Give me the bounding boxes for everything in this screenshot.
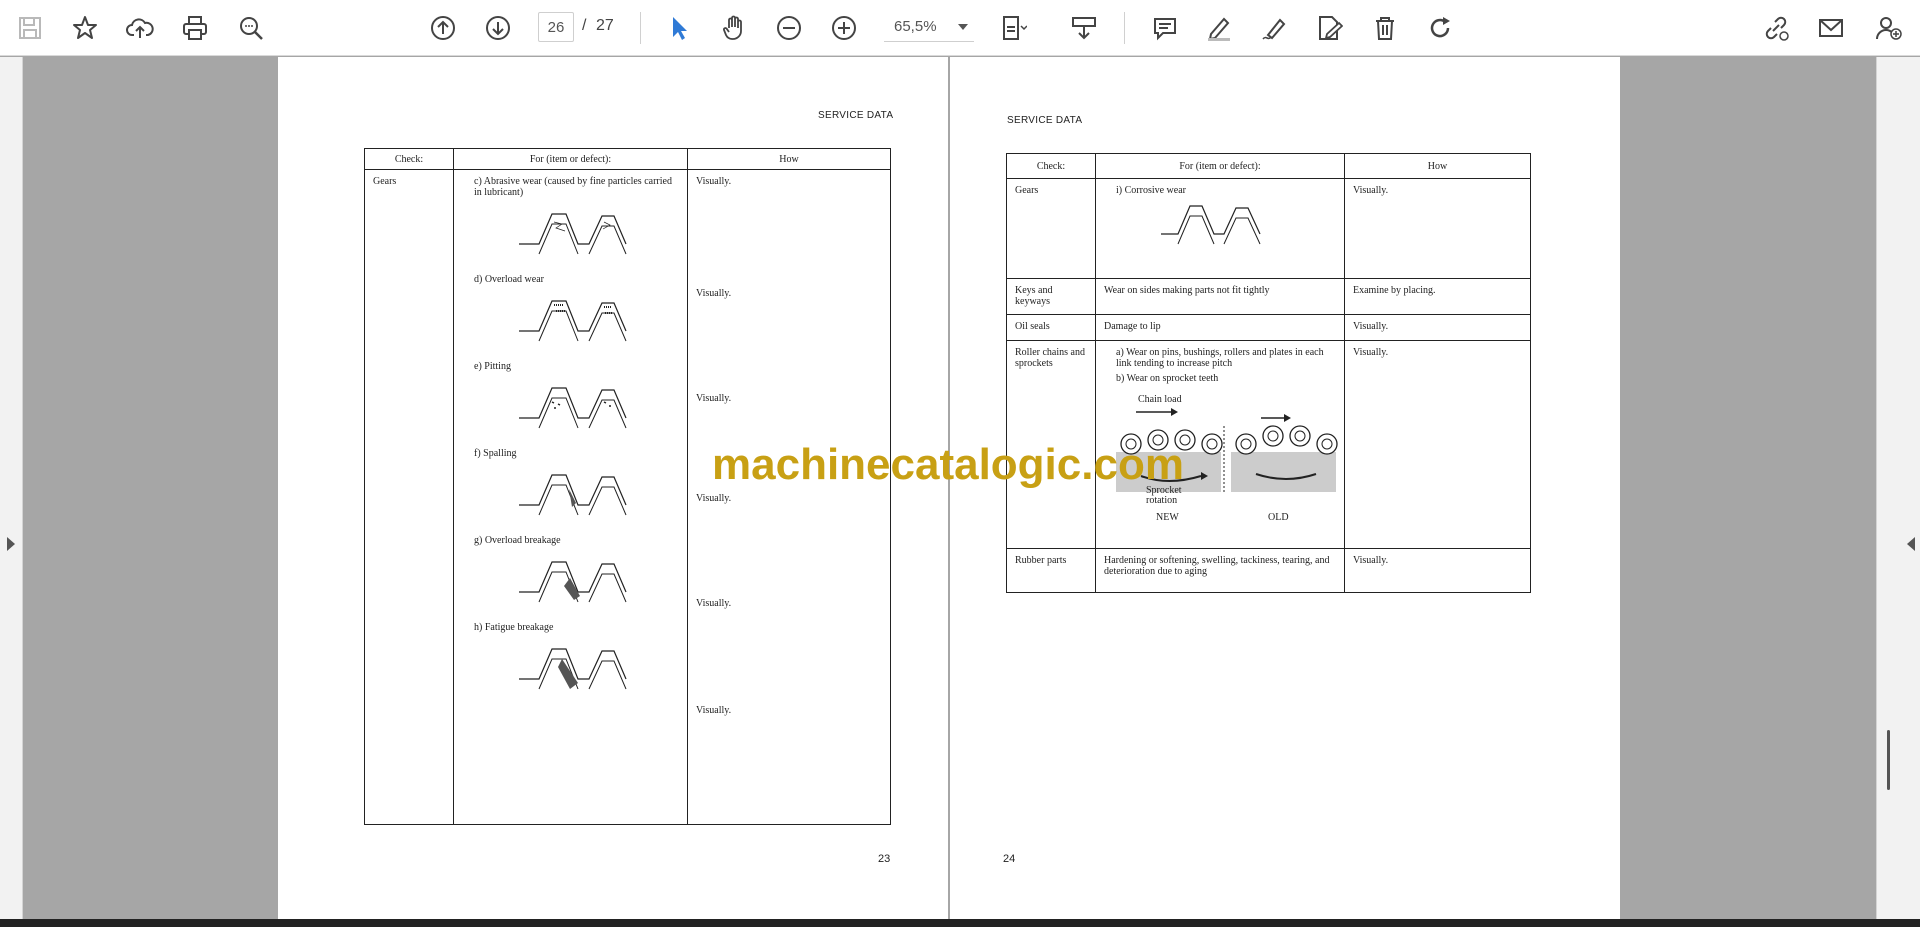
comment-icon[interactable]	[1147, 10, 1183, 46]
page-down-icon[interactable]	[480, 10, 516, 46]
defect-item: g) Overload breakage	[474, 535, 561, 547]
table-row: Rubber parts Hardening or softening, swe…	[1006, 548, 1531, 593]
how-cell: Visually.	[1344, 340, 1531, 549]
check-cell: Gears	[364, 169, 454, 825]
highlight-pen-icon[interactable]	[1201, 10, 1237, 46]
gear-tooth-drawing	[519, 474, 627, 516]
expand-left-icon	[1907, 537, 1915, 551]
draw-icon[interactable]	[1256, 10, 1292, 46]
items-cell: c) Abrasive wear (caused by fine particl…	[453, 169, 688, 825]
hand-icon[interactable]	[716, 10, 752, 46]
page-separator: /	[582, 17, 587, 34]
item-cell: Hardening or softening, swelling, tackin…	[1095, 548, 1345, 593]
how-cell: Examine by placing.	[1344, 278, 1531, 315]
email-icon[interactable]	[1813, 10, 1849, 46]
how-cell: Visually. Visually. Visually. Visually. …	[687, 169, 891, 825]
page-total: 27	[596, 17, 614, 34]
share-link-icon[interactable]	[1758, 10, 1794, 46]
page-number: 24	[1003, 853, 1016, 865]
how-cell: Visually.	[1344, 178, 1531, 279]
bookmark-star-icon[interactable]	[67, 10, 103, 46]
defect-item: a) Wear on pins, bushings, rollers and p…	[1116, 347, 1324, 369]
page-header: SERVICE DATA	[818, 110, 894, 121]
zoom-in-icon[interactable]	[826, 10, 862, 46]
rotate-icon[interactable]	[1422, 10, 1458, 46]
defect-item: h) Fatigue breakage	[474, 622, 554, 634]
zoom-search-icon[interactable]	[233, 10, 269, 46]
chevron-down-icon	[958, 24, 968, 30]
page-fit-icon[interactable]	[995, 10, 1031, 46]
left-panel-toggle[interactable]	[0, 57, 23, 927]
bottom-bar	[0, 919, 1920, 927]
print-icon[interactable]	[177, 10, 213, 46]
expand-right-icon	[7, 537, 15, 551]
check-cell: Oil seals	[1006, 314, 1096, 341]
zoom-value: 65,5%	[894, 18, 937, 35]
defect-item: b) Wear on sprocket teeth	[1116, 373, 1219, 384]
delete-icon[interactable]	[1367, 10, 1403, 46]
column-header: For (item or defect):	[453, 147, 688, 171]
gear-tooth-drawing	[1161, 205, 1261, 245]
item-cell: Damage to lip	[1095, 314, 1345, 341]
column-header: Check:	[364, 147, 454, 171]
page-number-input[interactable]: 26	[538, 12, 574, 42]
figure-label: NEW	[1156, 512, 1179, 523]
figure-label: Chain load	[1138, 394, 1182, 405]
add-user-icon[interactable]	[1870, 10, 1906, 46]
edit-icon[interactable]	[1311, 10, 1347, 46]
how-value: Visually.	[696, 705, 732, 717]
zoom-select[interactable]: 65,5%	[884, 12, 974, 42]
column-header: How	[687, 147, 891, 171]
gear-tooth-drawing	[519, 561, 627, 603]
select-cursor-icon[interactable]	[661, 10, 697, 46]
how-value: Visually.	[696, 176, 732, 188]
defect-item: e) Pitting	[474, 361, 511, 373]
upload-cloud-icon[interactable]	[122, 10, 158, 46]
item-cell: Wear on sides making parts not fit tight…	[1095, 278, 1345, 315]
item-cell: i) Corrosive wear	[1095, 178, 1345, 279]
page-number: 23	[878, 853, 891, 865]
toolbar: 26 / 27 65,5%	[0, 0, 1920, 56]
figure-label: OLD	[1268, 512, 1289, 523]
how-cell: Visually.	[1344, 548, 1531, 593]
zoom-out-icon[interactable]	[771, 10, 807, 46]
how-cell: Visually.	[1344, 314, 1531, 341]
table-row: Gears i) Corrosive wear Visually.	[1006, 178, 1531, 279]
divider	[640, 12, 641, 44]
check-cell: Gears	[1006, 178, 1096, 279]
defect-item: c) Abrasive wear (caused by fine particl…	[474, 176, 672, 199]
table-row: Keys and keyways Wear on sides making pa…	[1006, 278, 1531, 315]
scrollbar-thumb[interactable]	[1887, 730, 1890, 790]
check-cell: Rubber parts	[1006, 548, 1096, 593]
how-value: Visually.	[696, 493, 732, 505]
save-icon[interactable]	[12, 10, 48, 46]
scrollbar[interactable]	[1877, 57, 1887, 920]
gear-tooth-drawing	[519, 648, 627, 690]
gear-tooth-drawing	[519, 300, 627, 342]
gear-tooth-drawing	[519, 213, 627, 255]
service-table: Check: For (item or defect): How Gears i…	[1006, 153, 1531, 593]
defect-item: f) Spalling	[474, 448, 517, 460]
watermark: machinecatalogic.com	[712, 440, 1184, 489]
page-header: SERVICE DATA	[1007, 115, 1083, 126]
column-header: For (item or defect):	[1095, 153, 1345, 179]
defect-item: d) Overload wear	[474, 274, 544, 286]
gear-tooth-drawing	[519, 387, 627, 429]
how-value: Visually.	[696, 288, 732, 300]
divider	[1124, 12, 1125, 44]
defect-item: i) Corrosive wear	[1116, 185, 1186, 196]
page-up-icon[interactable]	[425, 10, 461, 46]
check-label: Gears	[373, 176, 397, 188]
how-value: Visually.	[696, 598, 732, 610]
table-row: Oil seals Damage to lip Visually.	[1006, 314, 1531, 341]
check-cell: Keys and keyways	[1006, 278, 1096, 315]
column-header: Check:	[1006, 153, 1096, 179]
column-header: How	[1344, 153, 1531, 179]
scroll-mode-icon[interactable]	[1066, 10, 1102, 46]
